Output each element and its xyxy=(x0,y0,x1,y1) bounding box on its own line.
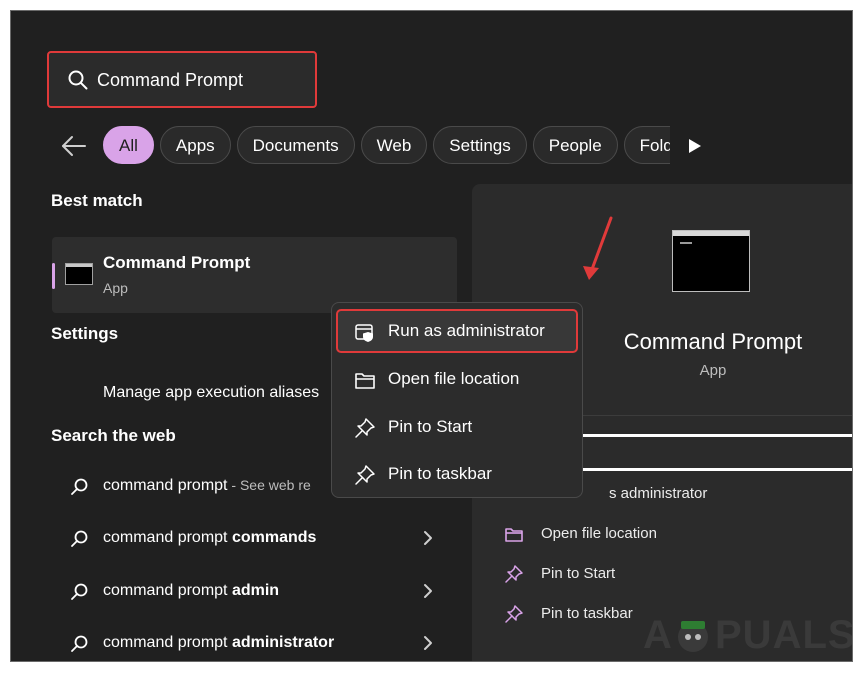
mascot-icon xyxy=(678,621,708,652)
search-icon xyxy=(71,478,88,495)
filter-people[interactable]: People xyxy=(532,126,618,164)
selection-indicator xyxy=(52,263,55,289)
filter-all[interactable]: All xyxy=(103,126,154,164)
search-box[interactable]: Command Prompt xyxy=(47,51,317,108)
filter-folders[interactable]: Folde xyxy=(623,126,670,164)
divider xyxy=(582,434,852,437)
menu-item-label: Pin to Start xyxy=(388,417,473,436)
search-icon xyxy=(71,583,88,600)
watermark-logo: A PUALS xyxy=(643,609,853,661)
action-label: s administrator xyxy=(609,485,708,502)
filter-settings[interactable]: Settings xyxy=(433,126,527,164)
settings-item-app-aliases[interactable]: Manage app execution aliases xyxy=(103,384,319,402)
action-label: Pin to Start xyxy=(541,565,616,582)
terminal-icon xyxy=(65,263,93,285)
menu-item-open-file-location[interactable]: Open file location xyxy=(336,357,578,401)
web-result[interactable]: command prompt commands xyxy=(52,519,457,559)
settings-heading: Settings xyxy=(51,324,119,343)
filter-apps[interactable]: Apps xyxy=(159,126,231,164)
web-result-text: command prompt admin xyxy=(103,582,280,599)
best-match-title: Command Prompt xyxy=(103,253,251,272)
divider xyxy=(582,468,852,471)
action-label: Pin to taskbar xyxy=(541,605,633,622)
red-arrow-icon xyxy=(583,216,613,280)
chevron-right-icon xyxy=(424,584,432,598)
menu-item-label: Pin to taskbar xyxy=(388,464,492,483)
folder-icon xyxy=(505,528,523,542)
search-icon xyxy=(71,635,88,652)
pin-icon xyxy=(355,418,375,438)
filter-bar: AllAppsDocumentsWebSettingsPeopleFolde xyxy=(56,126,852,168)
menu-item-label: Run as administrator xyxy=(388,321,545,340)
shield-icon xyxy=(355,324,373,342)
web-result-text: command prompt commands xyxy=(103,529,317,546)
best-match-heading: Best match xyxy=(51,191,143,210)
menu-item-pin-to-start[interactable]: Pin to Start xyxy=(336,405,578,449)
search-icon xyxy=(71,530,88,547)
watermark-text-left: A xyxy=(643,613,673,657)
menu-item-label: Open file location xyxy=(388,369,520,388)
pin-icon xyxy=(505,605,523,623)
search-web-heading: Search the web xyxy=(51,426,176,445)
terminal-icon xyxy=(672,230,750,292)
best-match-subtitle: App xyxy=(103,280,128,296)
menu-item-pin-to-taskbar[interactable]: Pin to taskbar xyxy=(336,452,578,496)
play-arrow-icon[interactable] xyxy=(688,138,702,154)
filter-web[interactable]: Web xyxy=(360,126,428,164)
chevron-right-icon xyxy=(424,636,432,650)
web-result[interactable]: command prompt administrator xyxy=(52,624,457,661)
search-window: Command Prompt All Apps Documents Web Settin… xyxy=(10,10,853,662)
search-input[interactable]: Command Prompt xyxy=(97,70,243,91)
watermark-text-right: PUALS xyxy=(715,613,853,657)
web-result[interactable]: command prompt admin xyxy=(52,572,457,612)
menu-item-run-as-admin[interactable]: Run as administrator xyxy=(336,309,578,353)
context-menu: Run as administrator Open file location … xyxy=(331,302,583,498)
web-result-text: command prompt - See web re xyxy=(103,477,311,494)
search-icon xyxy=(68,70,88,90)
filter-documents[interactable]: Documents xyxy=(236,126,355,164)
back-arrow-icon[interactable] xyxy=(60,134,88,158)
pin-icon xyxy=(505,565,523,583)
web-result-text: command prompt administrator xyxy=(103,634,335,651)
chevron-right-icon xyxy=(424,531,432,545)
folder-icon xyxy=(355,373,375,389)
pin-icon xyxy=(355,465,375,485)
filter-pills: AllAppsDocumentsWebSettingsPeopleFolde xyxy=(103,126,670,168)
action-label: Open file location xyxy=(541,525,657,542)
